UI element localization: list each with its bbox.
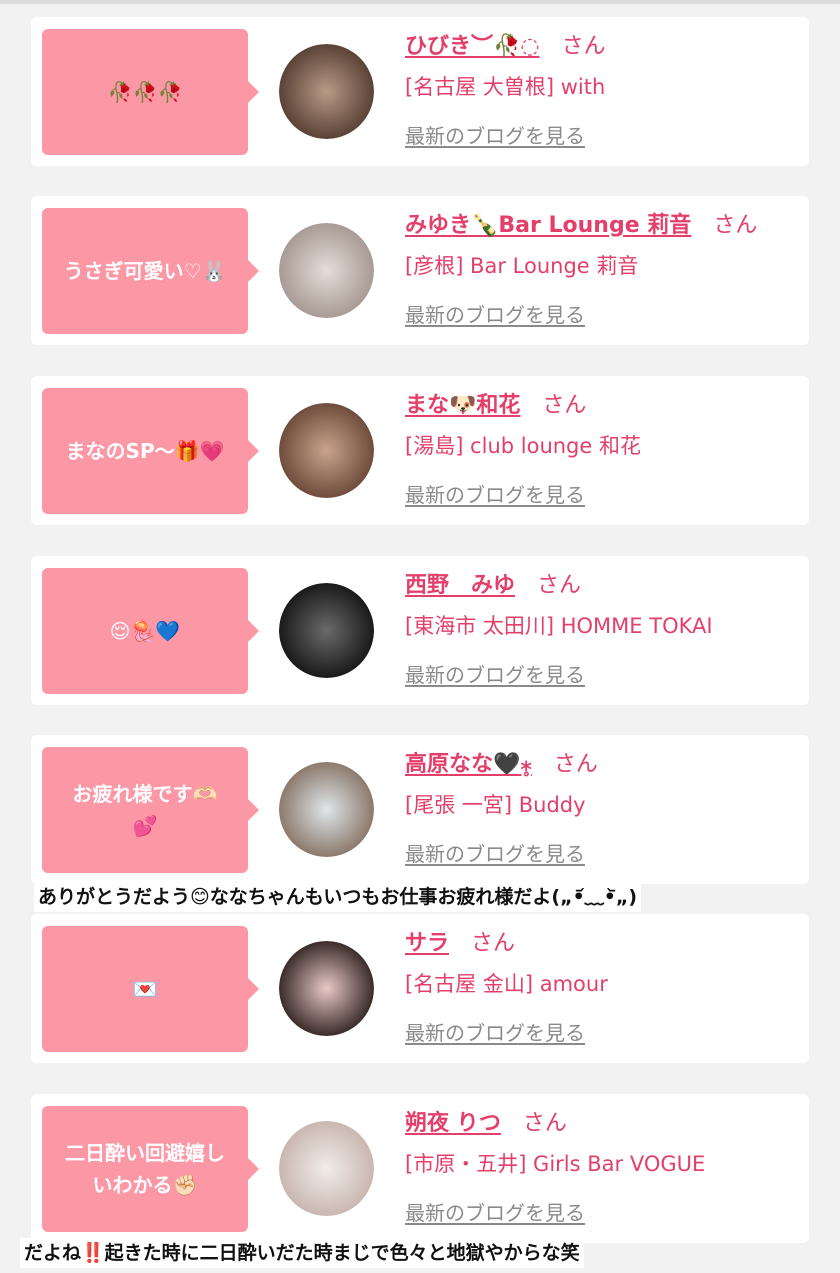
cast-name-link[interactable]: 朔夜 りつ bbox=[405, 1111, 501, 1136]
avatar-photo bbox=[279, 941, 374, 1036]
cast-name-row: まな🐶和花 さん bbox=[405, 389, 805, 423]
avatar[interactable] bbox=[279, 223, 374, 318]
bubble-text: 二日酔い回避嬉し いわかる✊🏻 bbox=[65, 1141, 225, 1197]
shop-info: [名古屋 大曽根] with bbox=[405, 75, 606, 99]
honorific: さん bbox=[713, 213, 758, 238]
cast-name-link[interactable]: ひびき︶🥀◌ bbox=[405, 34, 540, 59]
cast-name-row: みゆき🍾Bar Lounge 莉音 さん bbox=[405, 209, 805, 243]
latest-blog-link[interactable]: 最新のブログを見る bbox=[405, 1018, 585, 1048]
cast-name-row: 西野 みゆ さん bbox=[405, 569, 805, 603]
avatar[interactable] bbox=[279, 583, 374, 678]
honorific: さん bbox=[553, 752, 598, 777]
bubble-text: まなのSP〜🎁💗 bbox=[65, 439, 225, 463]
message-bubble[interactable]: 二日酔い回避嬉し いわかる✊🏻 bbox=[42, 1106, 259, 1232]
honorific: さん bbox=[471, 931, 516, 956]
cast-name-row: 高原なな🖤⁎̥ さん bbox=[405, 748, 805, 782]
cast-name-link[interactable]: まな🐶和花 bbox=[405, 393, 520, 418]
latest-blog-link[interactable]: 最新のブログを見る bbox=[405, 1198, 585, 1228]
avatar-photo bbox=[279, 583, 374, 678]
shop-info: [彦根] Bar Lounge 莉音 bbox=[405, 254, 639, 278]
bubble-text: 🥀🥀🥀 bbox=[107, 80, 183, 104]
blog-card: お疲れ様です🫶🏻 💕 高原なな🖤⁎̥ さん [尾張 一宮] Buddy 最新のブロ… bbox=[31, 735, 809, 884]
latest-blog-link[interactable]: 最新のブログを見る bbox=[405, 121, 585, 151]
overlay-caption: だよね‼️起きた時に二日酔いだた時まじで色々と地獄やからな笑 bbox=[20, 1238, 584, 1268]
shop-info: [湯島] club lounge 和花 bbox=[405, 434, 641, 458]
honorific: さん bbox=[542, 393, 587, 418]
latest-blog-link[interactable]: 最新のブログを見る bbox=[405, 660, 585, 690]
avatar[interactable] bbox=[279, 1121, 374, 1216]
bubble-text: お疲れ様です🫶🏻 💕 bbox=[72, 782, 218, 838]
avatar-photo bbox=[279, 403, 374, 498]
top-divider bbox=[0, 0, 840, 4]
blog-card: 💌 サラ さん [名古屋 金山] amour 最新のブログを見る bbox=[31, 914, 809, 1063]
honorific: さん bbox=[537, 573, 582, 598]
cast-name-link[interactable]: 西野 みゆ bbox=[405, 573, 515, 598]
blog-card: 🥀🥀🥀 ひびき︶🥀◌ さん [名古屋 大曽根] with 最新のブログを見る bbox=[31, 17, 809, 166]
cast-name-link[interactable]: 高原なな🖤⁎̥ bbox=[405, 752, 532, 777]
shop-info: [名古屋 金山] amour bbox=[405, 972, 608, 996]
blog-card: まなのSP〜🎁💗 まな🐶和花 さん [湯島] club lounge 和花 最新の… bbox=[31, 376, 809, 525]
shop-info: [東海市 太田川] HOMME TOKAI bbox=[405, 614, 713, 638]
cast-name-link[interactable]: みゆき🍾Bar Lounge 莉音 bbox=[405, 213, 691, 238]
avatar[interactable] bbox=[279, 941, 374, 1036]
latest-blog-link[interactable]: 最新のブログを見る bbox=[405, 480, 585, 510]
avatar[interactable] bbox=[279, 762, 374, 857]
message-bubble[interactable]: 💌 bbox=[42, 926, 259, 1052]
blog-card: 😌🪼💙 西野 みゆ さん [東海市 太田川] HOMME TOKAI 最新のブログ… bbox=[31, 556, 809, 705]
latest-blog-link[interactable]: 最新のブログを見る bbox=[405, 300, 585, 330]
overlay-caption: ありがとうだよう😊ななちゃんもいつもお仕事お疲れ様だよ(„•᷄﹏•᷅„) bbox=[34, 882, 642, 912]
avatar-photo bbox=[279, 223, 374, 318]
shop-info: [市原・五井] Girls Bar VOGUE bbox=[405, 1152, 706, 1176]
blog-card: 二日酔い回避嬉し いわかる✊🏻 朔夜 りつ さん [市原・五井] Girls Ba… bbox=[31, 1094, 809, 1243]
shop-info: [尾張 一宮] Buddy bbox=[405, 793, 586, 817]
avatar-photo bbox=[279, 44, 374, 139]
honorific: さん bbox=[561, 34, 606, 59]
message-bubble[interactable]: まなのSP〜🎁💗 bbox=[42, 388, 259, 514]
blog-card: うさぎ可愛い♡🐰 みゆき🍾Bar Lounge 莉音 さん [彦根] Bar Lo… bbox=[31, 196, 809, 345]
message-bubble[interactable]: うさぎ可愛い♡🐰 bbox=[42, 208, 259, 334]
message-bubble[interactable]: 🥀🥀🥀 bbox=[42, 29, 259, 155]
message-bubble[interactable]: お疲れ様です🫶🏻 💕 bbox=[42, 747, 259, 873]
cast-name-row: サラ さん bbox=[405, 927, 805, 961]
message-bubble[interactable]: 😌🪼💙 bbox=[42, 568, 259, 694]
bubble-text: 😌🪼💙 bbox=[109, 619, 181, 643]
bubble-text: うさぎ可愛い♡🐰 bbox=[63, 259, 227, 283]
cast-name-row: 朔夜 りつ さん bbox=[405, 1107, 805, 1141]
avatar[interactable] bbox=[279, 44, 374, 139]
avatar-photo bbox=[279, 762, 374, 857]
avatar-photo bbox=[279, 1121, 374, 1216]
cast-name-link[interactable]: サラ bbox=[405, 931, 449, 956]
cast-name-row: ひびき︶🥀◌ さん bbox=[405, 30, 805, 64]
bubble-text: 💌 bbox=[132, 977, 158, 1001]
avatar[interactable] bbox=[279, 403, 374, 498]
latest-blog-link[interactable]: 最新のブログを見る bbox=[405, 839, 585, 869]
honorific: さん bbox=[522, 1111, 567, 1136]
